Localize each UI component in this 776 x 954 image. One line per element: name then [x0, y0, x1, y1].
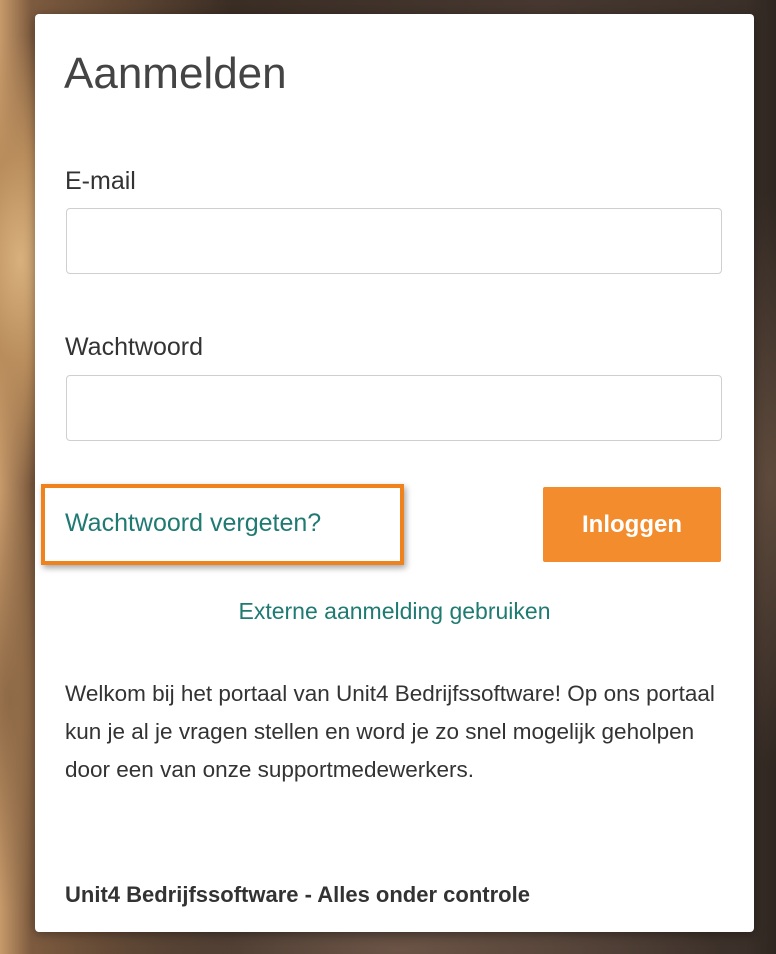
password-field[interactable] — [66, 375, 722, 441]
login-button[interactable]: Inloggen — [543, 487, 721, 562]
login-panel: Aanmelden E-mail Wachtwoord Wachtwoord v… — [35, 14, 754, 932]
email-label: E-mail — [65, 167, 136, 195]
page-title: Aanmelden — [64, 49, 287, 98]
forgot-password-link[interactable]: Wachtwoord vergeten? — [65, 507, 321, 539]
external-login-link[interactable]: Externe aanmelding gebruiken — [35, 596, 754, 626]
tagline: Unit4 Bedrijfssoftware - Alles onder con… — [65, 882, 530, 907]
password-label: Wachtwoord — [65, 333, 204, 361]
email-field[interactable] — [66, 208, 722, 274]
welcome-text: Welkom bij het portaal van Unit4 Bedrijf… — [65, 681, 715, 782]
